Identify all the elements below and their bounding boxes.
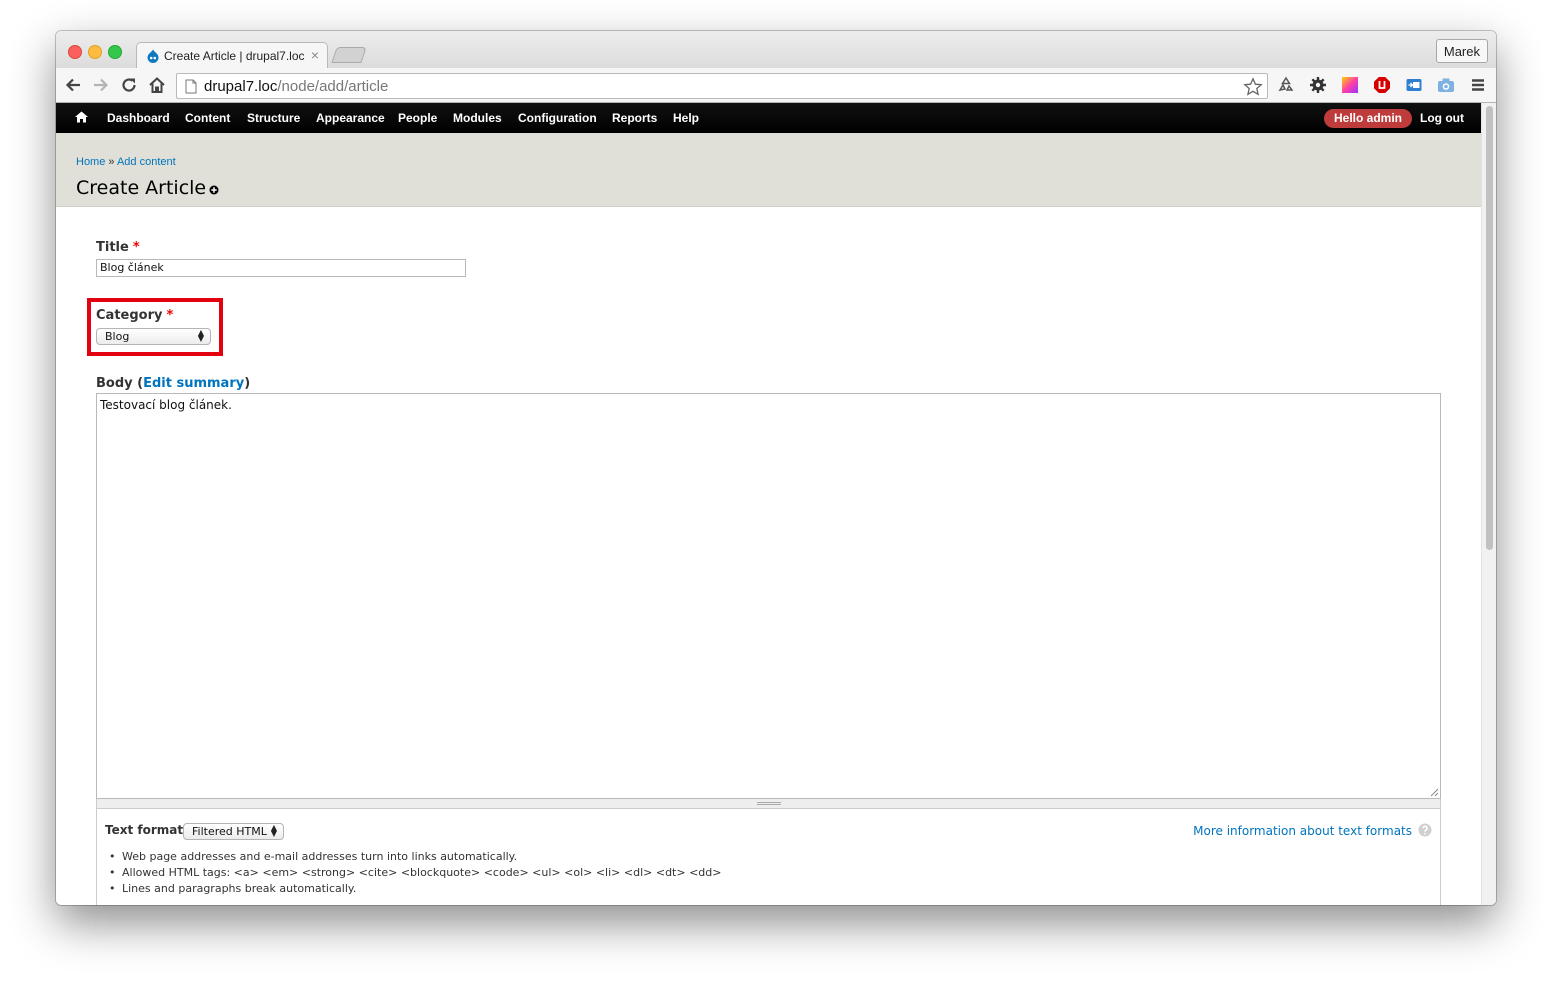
admin-menu-dashboard[interactable]: Dashboard [107,111,170,125]
back-arrow-icon[interactable] [64,76,82,94]
text-format-label: Text format [105,823,184,837]
category-select[interactable]: Blog ▲ ▼ [96,328,211,345]
hamburger-menu-icon[interactable] [1469,76,1487,94]
admin-menu-help[interactable]: Help [673,111,699,125]
body-label-paren-close: ) [244,376,251,391]
category-label-text: Category [96,308,163,323]
browser-tab-active[interactable]: Create Article | drupal7.loc × [136,42,328,68]
grippie-lines-icon [757,802,781,805]
admin-menu-structure[interactable]: Structure [247,111,300,125]
body-text: Testovací blog článek. [100,398,232,412]
new-tab-button[interactable] [331,47,367,63]
color-picker-extension-icon[interactable] [1341,76,1359,94]
text-format-tip: Web page addresses and e-mail addresses … [109,849,721,865]
admin-home-icon[interactable] [75,111,88,123]
more-info-text-formats-link[interactable]: More information about text formats [1193,824,1412,838]
scrollbar-thumb[interactable] [1486,106,1493,550]
edit-summary-link[interactable]: Edit summary [143,376,244,391]
adblock-stop-icon[interactable] [1373,76,1391,94]
title-input[interactable]: Blog článek [96,259,466,277]
category-selected-value: Blog [105,330,130,343]
breadcrumb-separator: » [105,156,117,168]
admin-menu-reports[interactable]: Reports [612,111,657,125]
profile-button[interactable]: Marek [1435,39,1488,63]
admin-menu-configuration[interactable]: Configuration [518,111,597,125]
body-label-paren-open: ( [132,376,144,391]
title-label: Title * [96,240,140,255]
body-label: Body (Edit summary) [96,376,250,391]
text-format-select[interactable]: Filtered HTML ▲ ▼ [183,823,284,840]
zoom-window-button[interactable] [108,45,122,59]
address-bar[interactable]: drupal7.loc/node/add/article [176,73,1268,99]
breadcrumb-home-link[interactable]: Home [76,156,105,168]
recycle-extension-icon[interactable] [1277,76,1295,94]
title-label-text: Title [96,240,129,255]
add-shortcut-icon[interactable] [209,185,219,195]
select-arrows-icon: ▲ ▼ [197,328,205,343]
tab-close-icon[interactable]: × [311,47,319,63]
text-format-selected-value: Filtered HTML [192,825,267,838]
page-scrollbar[interactable] [1481,103,1496,905]
admin-menu-people[interactable]: People [398,111,437,125]
title-required-mark: * [132,240,140,255]
browser-window: Create Article | drupal7.loc × Marek dru… [56,31,1496,905]
breadcrumb-add-content-link[interactable]: Add content [117,156,176,168]
text-format-tip: Lines and paragraphs break automatically… [109,881,721,897]
admin-menu-modules[interactable]: Modules [453,111,502,125]
category-highlight-box [87,298,223,356]
admin-menu-content[interactable]: Content [185,111,230,125]
resize-handle-icon[interactable] [1430,788,1439,797]
home-icon[interactable] [148,76,166,94]
breadcrumb: Home » Add content [76,156,176,168]
bookmark-star-icon[interactable] [1243,77,1263,97]
title-bar: Create Article | drupal7.loc × Marek [56,31,1496,68]
browser-toolbar: drupal7.loc/node/add/article [56,68,1496,103]
text-format-tips: Web page addresses and e-mail addresses … [105,849,721,897]
page-icon [185,79,197,94]
text-format-box: Text format Filtered HTML ▲ ▼ More inform… [96,809,1441,905]
tab-title: Create Article | drupal7.loc [164,49,305,63]
category-label: Category * [96,308,173,323]
body-textarea[interactable]: Testovací blog článek. [96,393,1441,799]
camera-extension-icon[interactable] [1437,76,1455,94]
page-header: Home » Add content Create Article [56,133,1481,207]
text-format-tip: Allowed HTML tags: <a> <em> <strong> <ci… [109,865,721,881]
category-required-mark: * [166,308,174,323]
select-arrows-icon: ▲ ▼ [270,823,278,838]
admin-toolbar: Dashboard Content Structure Appearance P… [56,103,1481,138]
forward-arrow-icon[interactable] [92,76,110,94]
close-window-button[interactable] [68,45,82,59]
url-path: /node/add/article [277,78,389,95]
url-text: drupal7.loc/node/add/article [204,78,388,95]
minimize-window-button[interactable] [88,45,102,59]
url-host: drupal7.loc [204,78,278,95]
gear-icon[interactable] [1309,76,1327,94]
reload-icon[interactable] [120,76,138,94]
drupal-favicon-icon [147,49,159,63]
screen-capture-extension-icon[interactable] [1405,76,1423,94]
admin-menu-appearance[interactable]: Appearance [316,111,385,125]
logout-link[interactable]: Log out [1420,111,1464,125]
hello-admin-badge[interactable]: Hello admin [1324,109,1413,128]
help-question-icon[interactable] [1418,823,1432,837]
body-label-text: Body [96,376,133,391]
page-title: Create Article [76,177,207,199]
textarea-grippie[interactable] [96,799,1441,809]
